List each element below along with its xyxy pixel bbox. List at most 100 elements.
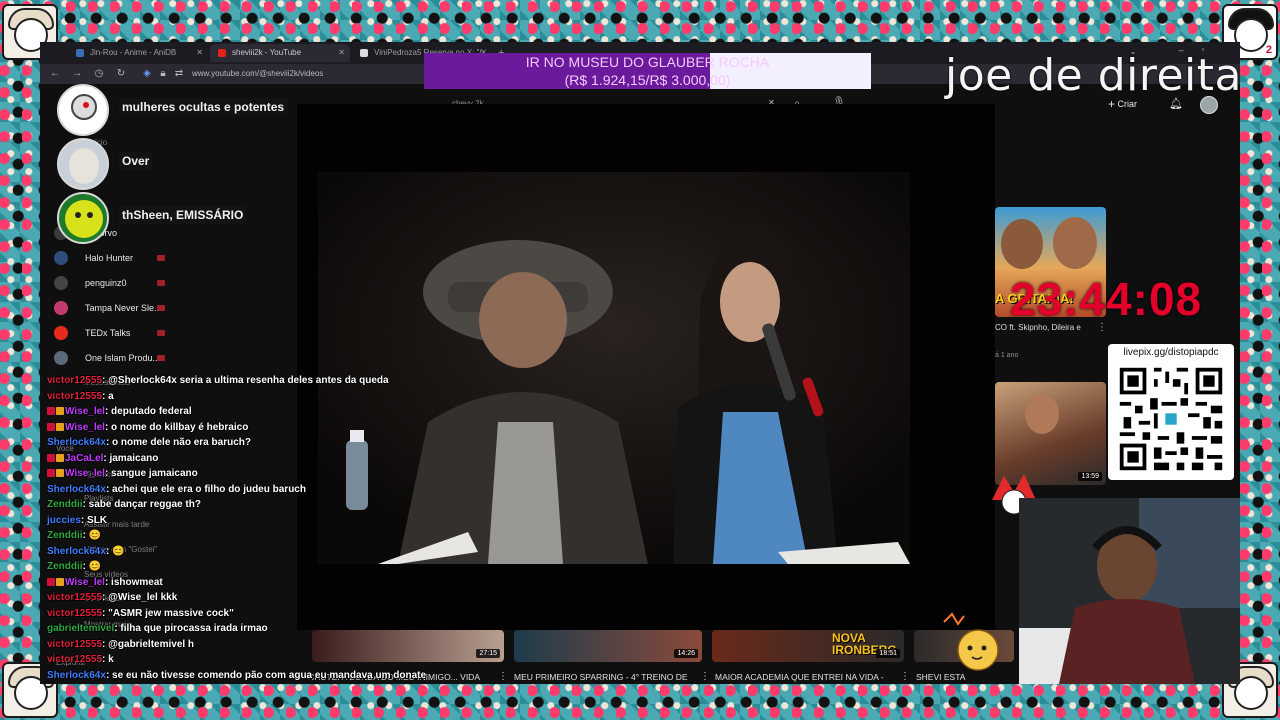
chat-username: Wise_lel [65,468,105,479]
chat-username: juccies [47,514,81,526]
shield-icon[interactable]: ◈ [140,67,154,81]
history-icon[interactable]: ◷ [92,67,106,81]
channel-name: Tampa Never Sle... [85,303,162,313]
chat-message: Sherlock64x: o nome dele não era baruch? [47,436,251,449]
qr-code-icon [1116,364,1226,474]
lock-icon[interactable]: 🔒︎ [156,67,170,81]
close-icon[interactable]: ✕ [196,44,203,62]
chat-username: Zenddii [47,499,83,510]
chat-username: victor12555 [47,638,103,650]
chat-username: Wise_lel [65,406,105,417]
person-face [1001,219,1043,269]
tab-youtube[interactable]: sheviii2k - YouTube ✕ [210,44,350,62]
chat-message: Wise_lel: o nome do killbay é hebraico [47,421,248,434]
streamer-webcam [1019,498,1240,684]
live-indicator-icon [157,305,165,311]
alert-text: Over [119,152,153,170]
chat-badge-icon [47,469,55,477]
chat-badge-icon [56,422,64,431]
chat-message: gabrieltemivel: filha que pirocassa irad… [47,622,268,635]
reload-icon[interactable]: ↻ [114,67,128,81]
channel-name: Halo Hunter [85,253,134,263]
chat-badge-icon [56,577,64,586]
channel-name: penguinz0 [85,278,127,288]
border-pattern-right [1240,42,1280,684]
alert-avatar [57,84,109,136]
stream-layout: 1 2 Jin-Rou - Anime - AniDB ✕ sheviii2k … [0,0,1280,720]
chat-message-text: o nome do killbay é hebraico [111,421,249,433]
video-thumbnail[interactable]: NOVA IRONBERG 18:51 [712,630,904,662]
chat-message: victor12555: a [47,390,114,403]
chat-message: victor12555: "ASMR jew massive cock" [47,607,234,620]
webcam-feed [1019,498,1240,684]
chat-badge-icon [56,453,64,462]
chat-username: victor12555 [47,390,103,402]
qr-label: livepix.gg/distopiapdc [1123,347,1219,358]
chat-message-text: sangue jamaicano [111,468,198,479]
chat-username: Sherlock64x [47,545,106,557]
chat-username: JaCaLel [65,452,104,464]
channel-avatar [54,251,68,265]
permissions-icon[interactable]: ⇄ [172,67,186,81]
youtube-favicon-icon [218,49,226,57]
chat-username: victor12555 [47,592,103,603]
chat-message: Wise_lel: ishowmeat [47,576,163,589]
channel-avatar [54,276,68,290]
corner-number: 2 [1265,44,1272,56]
channel-name: TEDx Talks [85,328,131,338]
chat-badge-icon [47,407,55,415]
chat-badge-icon [47,422,55,431]
chat-message: victor12555: @Wise_lel kkk [47,591,177,604]
tab-anidb[interactable]: Jin-Rou - Anime - AniDB ✕ [68,44,208,62]
chat-username: Sherlock64x [47,669,106,681]
alert-entry: mulheres ocultas e potentes [57,84,297,136]
channel-avatar [54,326,68,340]
chat-message-text: o nome dele não era baruch? [112,437,251,448]
chat-username: Sherlock64x [47,483,106,495]
chat-message: victor12555: @Sherlock64x seria a ultima… [47,374,389,387]
chat-message-text: sabe dançar reggae th? [88,499,201,510]
chat-badge-icon [47,453,55,462]
chat-message-text: a [108,390,114,402]
video-duration: 13:59 [1078,472,1102,481]
chat-overlay: victor12555: @Sherlock64x seria a ultima… [47,374,497,682]
video-duration: 18:51 [876,649,900,658]
chat-username: Wise_lel [65,576,105,588]
chat-message: Wise_lel: deputado federal [47,405,192,418]
channel-avatar [54,301,68,315]
chat-message-text: achei que ele era o filho do judeu baruc… [112,483,306,495]
streamer-title: joe de direita [945,50,1242,101]
border-pattern-bottom [0,684,1280,720]
more-options-icon[interactable]: ⋮ [700,671,710,682]
sidebar-channel[interactable]: Tampa Never Sle... [54,299,214,317]
chat-username: Zenddii [47,530,83,541]
border-pattern-left [0,42,40,684]
sidebar-channel[interactable]: Halo Hunter [54,249,214,267]
video-title[interactable]: MEU PRIMEIRO SPARRING - 4° TREINO DE [514,672,688,682]
chat-message-text: 😊 [88,530,102,541]
chat-message: Sherlock64x: 😊 [47,545,125,558]
forward-icon[interactable]: → [70,67,84,81]
chat-message: victor12555: k [47,653,114,666]
back-icon[interactable]: ← [48,67,62,81]
chat-badge-icon [56,407,64,415]
video-thumbnail[interactable]: 14:26 [514,630,702,662]
anidb-favicon-icon [76,49,84,57]
sidebar-channel[interactable]: penguinz0 [54,274,214,292]
donation-goal-banner: IR NO MUSEU DO GLAUBER ROCHA (R$ 1.924,1… [424,53,871,89]
video-title[interactable]: MAIOR ACADEMIA QUE ENTREI NA VIDA - [715,672,884,682]
goal-amount: (R$ 1.924,15/R$ 3.000,00) [564,72,731,88]
chat-message: Zenddii: 😊 [47,529,101,542]
close-icon[interactable]: ✕ [338,44,345,62]
chat-message-text: k [108,654,114,665]
chat-username: Zenddii [47,561,83,572]
sidebar-channel[interactable]: TEDx Talks [54,324,214,342]
address-bar[interactable]: www.youtube.com/@sheviii2k/videos [192,67,323,81]
more-options-icon[interactable]: ⋮ [498,671,508,682]
chat-message-text: deputado federal [111,406,192,417]
more-options-icon[interactable]: ⋮ [900,671,910,682]
sidebar-channel[interactable]: One Islam Produ... [54,349,214,367]
donation-qr-panel: livepix.gg/distopiapdc [1108,344,1234,480]
channel-name: One Islam Produ... [85,353,161,363]
chat-message: Wise_lel: sangue jamaicano [47,467,198,480]
